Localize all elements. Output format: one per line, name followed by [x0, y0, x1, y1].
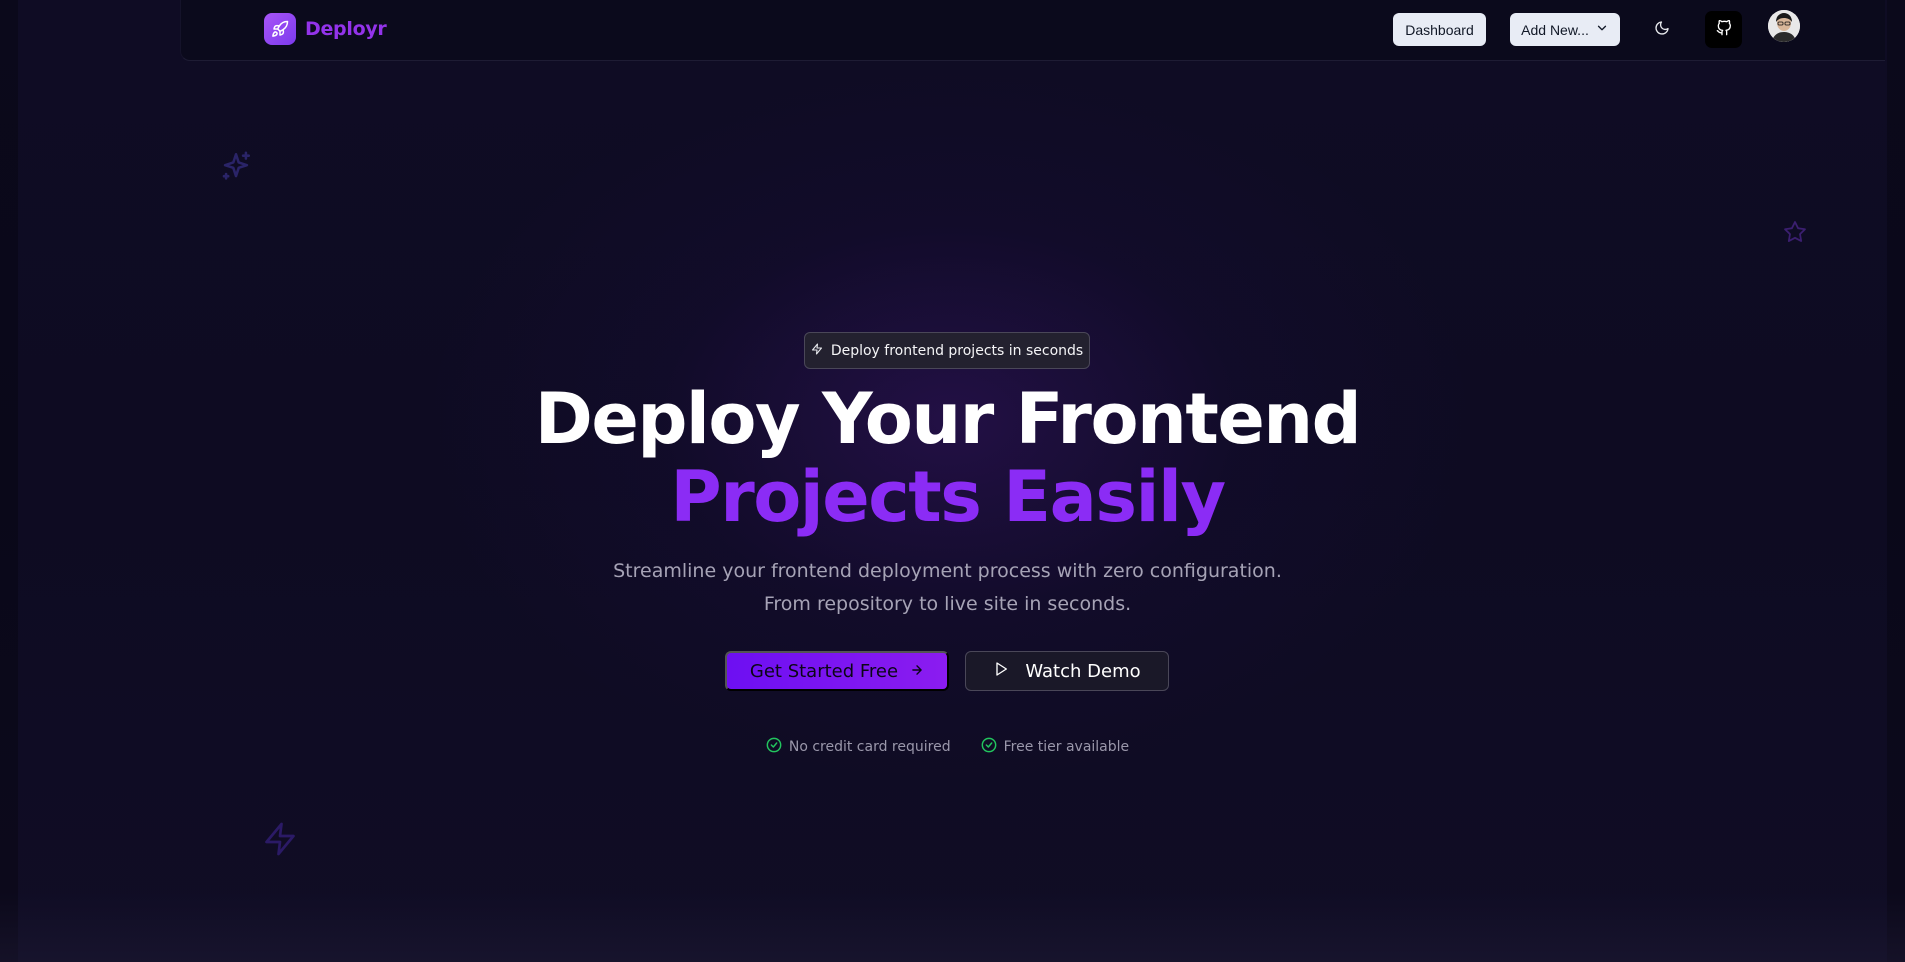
dashboard-button[interactable]: Dashboard: [1393, 13, 1486, 46]
play-icon: [993, 661, 1009, 682]
perk-item: No credit card required: [766, 737, 951, 757]
hero-title: Deploy Your Frontend Projects Easily: [0, 380, 1895, 536]
perk-label: No credit card required: [788, 739, 951, 755]
hero-title-line1: Deploy Your Frontend: [534, 378, 1362, 460]
hero-subtitle-line2: From repository to live site in seconds.: [763, 593, 1132, 615]
add-new-dropdown[interactable]: Add New...: [1510, 13, 1620, 46]
chevron-down-icon: [1595, 21, 1609, 38]
top-navbar: [180, 0, 1885, 61]
moon-icon: [1654, 20, 1670, 40]
brand-name: Deployr: [305, 18, 387, 40]
check-circle-icon: [766, 737, 782, 757]
sparkles-icon: [219, 150, 253, 188]
hero-perks: No credit card required Free tier availa…: [0, 737, 1895, 757]
user-avatar[interactable]: [1768, 10, 1800, 42]
add-new-label: Add New...: [1521, 21, 1589, 38]
hero-title-line2: Projects Easily: [670, 456, 1226, 538]
perk-item: Free tier available: [981, 737, 1130, 757]
arrow-right-icon: [910, 661, 924, 682]
check-circle-icon: [981, 737, 997, 757]
github-icon: [1716, 19, 1732, 40]
bottom-fade: [0, 892, 1905, 962]
theme-toggle-button[interactable]: [1643, 11, 1680, 48]
star-icon: [1783, 220, 1807, 248]
github-button[interactable]: [1705, 11, 1742, 48]
hero-subtitle: Streamline your frontend deployment proc…: [0, 555, 1895, 621]
get-started-button[interactable]: Get Started Free: [725, 651, 949, 691]
watch-demo-button[interactable]: Watch Demo: [965, 651, 1169, 691]
perk-label: Free tier available: [1003, 739, 1130, 755]
dashboard-button-label: Dashboard: [1405, 21, 1474, 38]
hero-badge-text: Deploy frontend projects in seconds: [830, 342, 1084, 359]
zap-icon: [811, 342, 823, 359]
hero-subtitle-line1: Streamline your frontend deployment proc…: [613, 560, 1282, 582]
brand-logo[interactable]: Deployr: [264, 13, 387, 45]
hero-badge: Deploy frontend projects in seconds: [804, 332, 1090, 369]
rocket-icon: [264, 13, 296, 45]
watch-demo-label: Watch Demo: [1025, 660, 1141, 682]
get-started-label: Get Started Free: [749, 660, 899, 682]
zap-decoration-icon: [262, 821, 298, 861]
